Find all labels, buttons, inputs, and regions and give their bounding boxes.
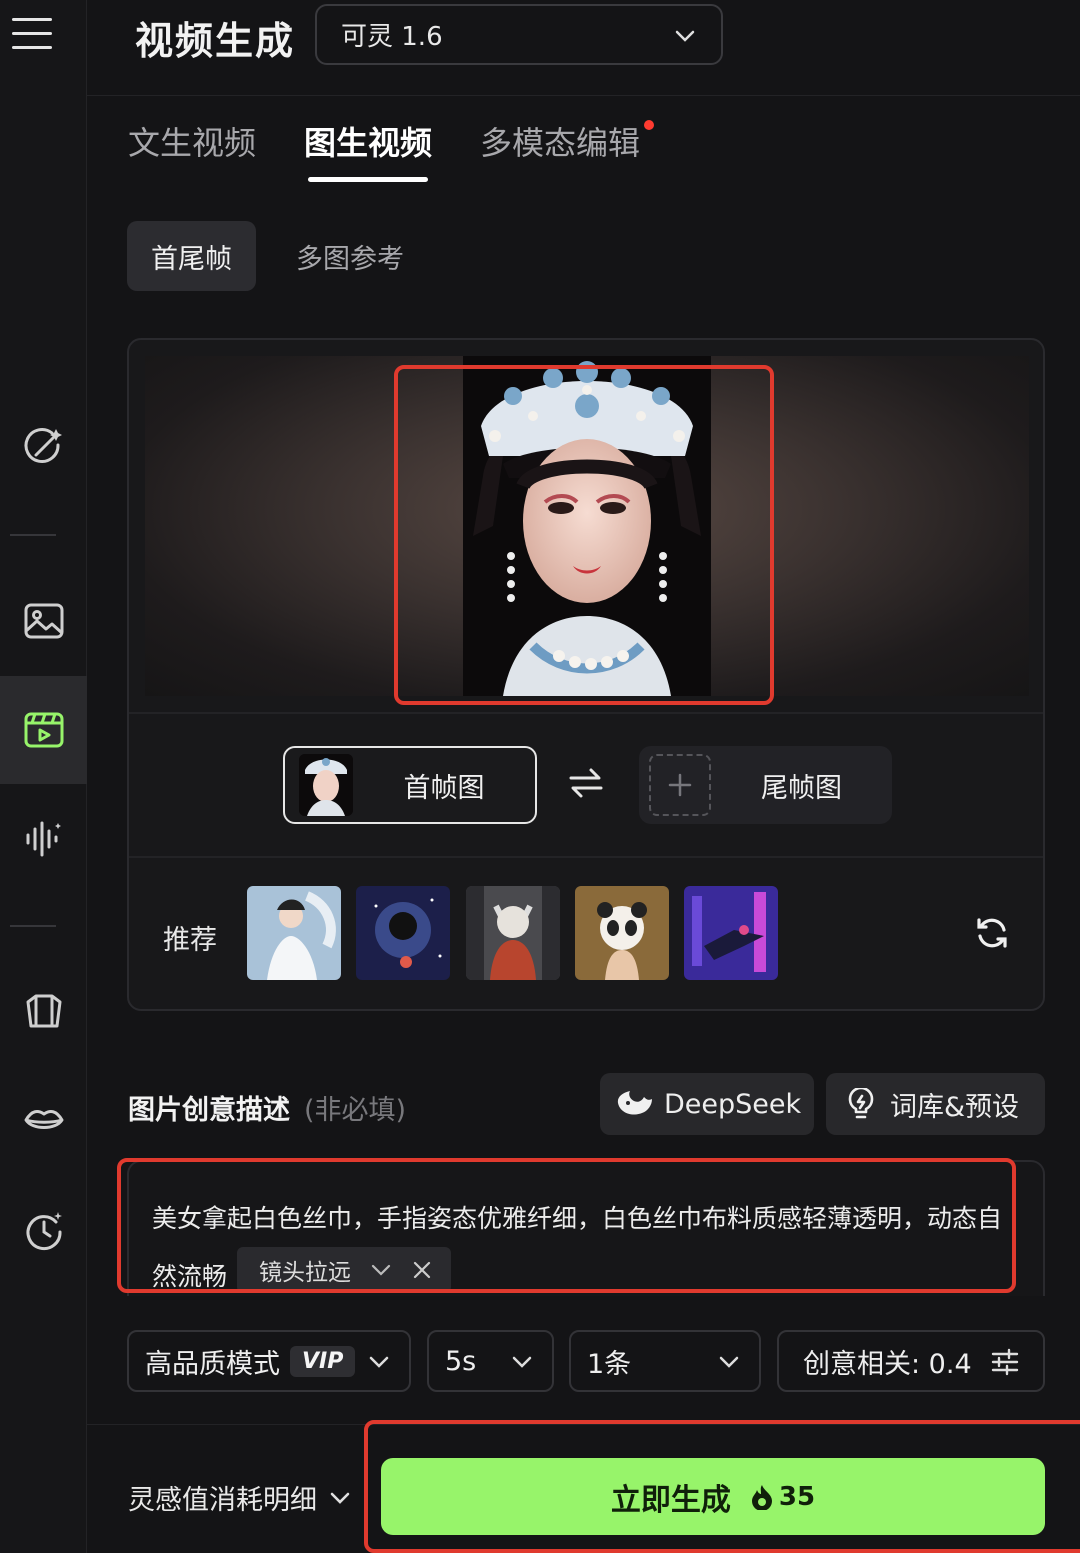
rail-divider <box>10 534 56 536</box>
highlight-box <box>364 1420 1080 1553</box>
last-frame-button[interactable]: 尾帧图 <box>639 746 892 824</box>
deepseek-whale-icon <box>617 1091 652 1115</box>
description-title: 图片创意描述 <box>128 1095 290 1126</box>
notification-dot <box>644 120 655 130</box>
recommend-thumbnail[interactable] <box>466 886 560 980</box>
recommend-thumbnail[interactable] <box>247 886 341 980</box>
recommend-thumbnail[interactable] <box>356 886 450 980</box>
tab-text-to-video[interactable]: 文生视频 <box>128 118 256 182</box>
left-rail <box>0 0 87 1553</box>
audio-icon[interactable] <box>0 785 87 893</box>
model-select[interactable]: 可灵 1.6 <box>315 4 723 65</box>
chevron-down-icon <box>719 1356 739 1368</box>
refresh-icon[interactable] <box>975 916 1009 950</box>
model-select-value: 可灵 1.6 <box>341 22 443 52</box>
swap-icon[interactable] <box>569 766 603 800</box>
creativity-setting[interactable]: 创意相关: 0.4 <box>777 1330 1045 1392</box>
first-frame-thumbnail <box>299 754 353 816</box>
highlight-box <box>394 365 774 705</box>
lexicon-label: 词库&预设 <box>890 1091 1020 1123</box>
last-frame-label: 尾帧图 <box>761 772 842 804</box>
creativity-value: 创意相关: 0.4 <box>803 1348 972 1380</box>
count-select[interactable]: 1条 <box>569 1330 761 1392</box>
subtab-first-last-frame[interactable]: 首尾帧 <box>127 221 256 291</box>
chevron-down-icon <box>369 1356 389 1368</box>
deepseek-button[interactable]: DeepSeek <box>600 1073 814 1135</box>
subtab-multi-image-reference[interactable]: 多图参考 <box>296 221 404 291</box>
description-optional-hint: (非必填) <box>304 1095 407 1126</box>
first-frame-button[interactable]: 首帧图 <box>283 746 537 824</box>
first-frame-label: 首帧图 <box>403 772 485 804</box>
rail-divider <box>10 925 56 927</box>
recommend-thumbnail[interactable] <box>575 886 669 980</box>
lips-icon[interactable] <box>0 1066 87 1174</box>
count-value: 1条 <box>587 1348 632 1380</box>
chevron-down-icon <box>675 30 695 42</box>
mode-tabs: 文生视频 图生视频 多模态编辑 <box>128 118 688 182</box>
image-gen-icon[interactable] <box>0 567 87 675</box>
page-title: 视频生成 <box>135 19 296 63</box>
cost-detail-toggle[interactable]: 灵感值消耗明细 <box>128 1478 351 1517</box>
recommend-thumbnail[interactable] <box>684 886 778 980</box>
duration-value: 5s <box>445 1345 477 1377</box>
deepseek-label: DeepSeek <box>664 1088 802 1120</box>
video-gen-icon[interactable] <box>0 676 87 784</box>
cost-detail-label: 灵感值消耗明细 <box>128 1485 317 1516</box>
duration-select[interactable]: 5s <box>427 1330 554 1392</box>
chevron-down-icon <box>330 1492 350 1504</box>
tab-image-to-video[interactable]: 图生视频 <box>304 118 432 182</box>
highlight-box <box>117 1158 1016 1293</box>
tab-multimodal-edit[interactable]: 多模态编辑 <box>480 118 655 182</box>
magic-brush-icon[interactable] <box>0 393 87 501</box>
outfit-icon[interactable] <box>0 958 87 1066</box>
recommend-label: 推荐 <box>163 925 217 956</box>
card-divider <box>129 712 1043 714</box>
quality-mode-label: 高品质模式 <box>145 1348 280 1380</box>
header: 视频生成 可灵 1.6 <box>87 0 1080 96</box>
upload-card: 首帧图 尾帧图 推荐 <box>127 338 1045 1011</box>
chevron-down-icon <box>512 1356 532 1368</box>
sliders-icon <box>991 1348 1019 1376</box>
menu-icon[interactable] <box>12 18 52 52</box>
lexicon-preset-button[interactable]: 词库&预设 <box>826 1073 1045 1135</box>
history-icon[interactable] <box>0 1176 87 1284</box>
card-divider <box>129 856 1043 858</box>
quality-mode-select[interactable]: 高品质模式 VIP <box>127 1330 411 1392</box>
lightbulb-icon <box>848 1088 874 1119</box>
vip-badge: VIP <box>290 1345 356 1377</box>
add-icon <box>649 754 711 816</box>
